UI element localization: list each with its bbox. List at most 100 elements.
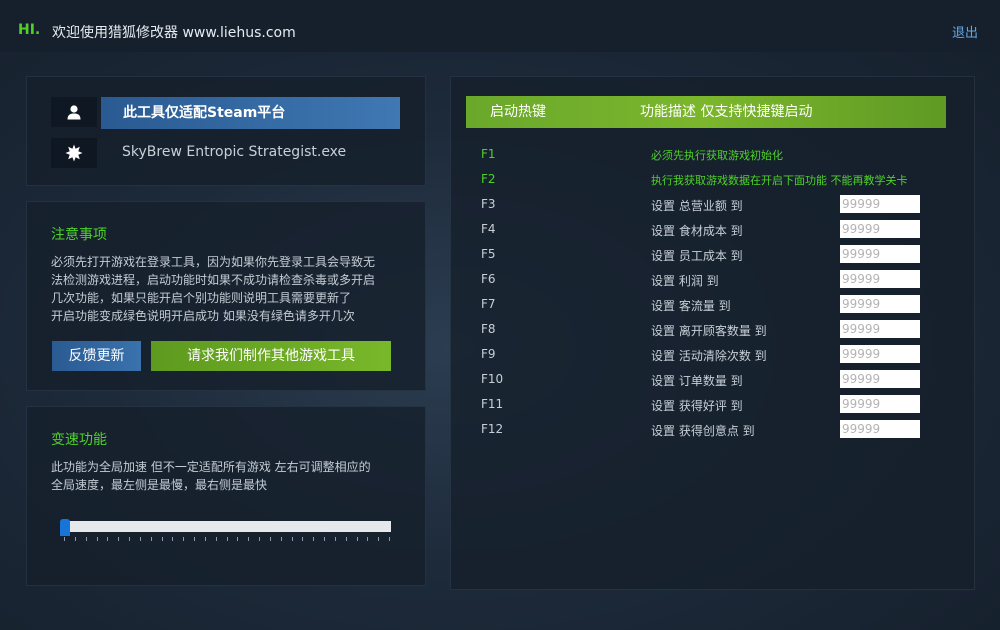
slider-tick	[237, 537, 238, 541]
hotkey-column-header: 启动热键	[490, 104, 546, 120]
hotkey-value-input[interactable]	[840, 195, 920, 213]
platform-banner: 此工具仅适配Steam平台	[101, 97, 400, 129]
slider-tick	[248, 537, 249, 541]
notes-text: 必须先打开游戏在登录工具，因为如果你先登录工具会导致无 法检测游戏进程，启动功能…	[51, 253, 411, 325]
slider-tick	[97, 537, 98, 541]
slider-tick	[140, 537, 141, 541]
hotkey-row: F12 设置 获得创意点 到	[451, 418, 976, 443]
hotkey-description: 设置 利润 到	[651, 274, 719, 288]
notes-line: 几次功能，如果只能开启个别功能则说明工具需要更新了	[51, 291, 352, 305]
hotkey-value-input[interactable]	[840, 295, 920, 313]
speed-title: 变速功能	[51, 432, 107, 448]
request-tool-button[interactable]: 请求我们制作其他游戏工具	[151, 341, 391, 371]
hotkey-value-input[interactable]	[840, 345, 920, 363]
hotkey-value-input[interactable]	[840, 420, 920, 438]
slider-tick	[324, 537, 325, 541]
process-name: SkyBrew Entropic Strategist.exe	[122, 144, 347, 160]
slider-tick	[86, 537, 87, 541]
slider-tick	[172, 537, 173, 541]
hotkey-value-input[interactable]	[840, 370, 920, 388]
speed-slider-ticks	[64, 537, 390, 543]
slider-tick	[281, 537, 282, 541]
hotkey-row: F9 设置 活动清除次数 到	[451, 343, 976, 368]
hotkey-row: F6 设置 利润 到	[451, 268, 976, 293]
greeting: HI.	[18, 22, 41, 38]
slider-tick	[151, 537, 152, 541]
hotkey-row: F10 设置 订单数量 到	[451, 368, 976, 393]
hotkey-row: F3 设置 总营业额 到	[451, 193, 976, 218]
notes-line: 必须先打开游戏在登录工具，因为如果你先登录工具会导致无	[51, 255, 376, 269]
slider-tick	[216, 537, 217, 541]
title-bar: HI. 欢迎使用猎狐修改器 www.liehus.com 退出	[0, 0, 1000, 52]
speed-line: 此功能为全局加速 但不一定适配所有游戏 左右可调整相应的	[51, 460, 371, 474]
hotkey-row: F8 设置 离开顾客数量 到	[451, 318, 976, 343]
hotkey-description: 设置 活动清除次数 到	[651, 349, 767, 363]
slider-tick	[313, 537, 314, 541]
slider-tick	[227, 537, 228, 541]
slider-tick	[367, 537, 368, 541]
slider-tick	[378, 537, 379, 541]
hotkey-description: 设置 食材成本 到	[651, 224, 743, 238]
hotkey-value-input[interactable]	[840, 270, 920, 288]
slider-tick	[129, 537, 130, 541]
hotkey-description: 设置 客流量 到	[651, 299, 731, 313]
slider-tick	[346, 537, 347, 541]
notes-line: 开启功能变成绿色说明开启成功 如果没有绿色请多开几次	[51, 309, 355, 323]
hotkey-key: F8	[481, 322, 496, 336]
hotkey-row: F1 必须先执行获取游戏初始化	[451, 143, 976, 168]
slider-tick	[75, 537, 76, 541]
window-title: 欢迎使用猎狐修改器 www.liehus.com	[52, 25, 296, 41]
slider-tick	[183, 537, 184, 541]
slider-tick	[335, 537, 336, 541]
hotkey-description: 必须先执行获取游戏初始化	[651, 149, 783, 162]
hotkey-row: F7 设置 客流量 到	[451, 293, 976, 318]
slider-tick	[357, 537, 358, 541]
gear-icon	[51, 138, 97, 168]
hotkey-value-input[interactable]	[840, 220, 920, 238]
hotkeys-header: 启动热键 功能描述 仅支持快捷键启动	[466, 96, 946, 128]
description-column-header: 功能描述 仅支持快捷键启动	[640, 104, 813, 120]
logout-link[interactable]: 退出	[952, 22, 978, 41]
hotkey-value-input[interactable]	[840, 320, 920, 338]
slider-tick	[118, 537, 119, 541]
slider-tick	[270, 537, 271, 541]
slider-tick	[302, 537, 303, 541]
feedback-button[interactable]: 反馈更新	[52, 341, 141, 371]
hotkey-key: F7	[481, 297, 496, 311]
speed-line: 全局速度，最左侧是最慢，最右侧是最快	[51, 478, 268, 492]
slider-tick	[205, 537, 206, 541]
hotkey-description: 设置 离开顾客数量 到	[651, 324, 767, 338]
slider-tick	[162, 537, 163, 541]
hotkey-key: F9	[481, 347, 496, 361]
notes-title: 注意事项	[51, 227, 107, 243]
game-info-panel: 此工具仅适配Steam平台 SkyBrew Entropic Strategis…	[26, 76, 426, 186]
speed-text: 此功能为全局加速 但不一定适配所有游戏 左右可调整相应的 全局速度，最左侧是最慢…	[51, 458, 421, 494]
hotkey-description: 设置 获得好评 到	[651, 399, 743, 413]
hotkey-description: 设置 员工成本 到	[651, 249, 743, 263]
hotkey-key: F5	[481, 247, 496, 261]
hotkey-key: F4	[481, 222, 496, 236]
hotkey-key: F10	[481, 372, 504, 386]
user-icon	[51, 97, 97, 127]
slider-tick	[64, 537, 65, 541]
hotkey-value-input[interactable]	[840, 245, 920, 263]
hotkey-description: 设置 订单数量 到	[651, 374, 743, 388]
speed-slider-track[interactable]	[63, 521, 391, 532]
slider-tick	[389, 537, 390, 541]
slider-tick	[194, 537, 195, 541]
speed-panel: 变速功能 此功能为全局加速 但不一定适配所有游戏 左右可调整相应的 全局速度，最…	[26, 406, 426, 586]
notes-panel: 注意事项 必须先打开游戏在登录工具，因为如果你先登录工具会导致无 法检测游戏进程…	[26, 201, 426, 391]
hotkey-key: F2	[481, 172, 496, 186]
hotkey-value-input[interactable]	[840, 395, 920, 413]
speed-slider-thumb[interactable]	[60, 519, 70, 536]
hotkey-description: 设置 总营业额 到	[651, 199, 743, 213]
hotkey-description: 执行我获取游戏数据在开启下面功能 不能再教学关卡	[651, 174, 908, 187]
hotkey-row: F4 设置 食材成本 到	[451, 218, 976, 243]
hotkey-key: F1	[481, 147, 496, 161]
hotkey-key: F3	[481, 197, 496, 211]
hotkey-row: F2 执行我获取游戏数据在开启下面功能 不能再教学关卡	[451, 168, 976, 193]
hotkey-key: F12	[481, 422, 504, 436]
hotkey-row: F5 设置 员工成本 到	[451, 243, 976, 268]
notes-line: 法检测游戏进程，启动功能时如果不成功请检查杀毒或多开启	[51, 273, 376, 287]
hotkey-key: F11	[481, 397, 504, 411]
